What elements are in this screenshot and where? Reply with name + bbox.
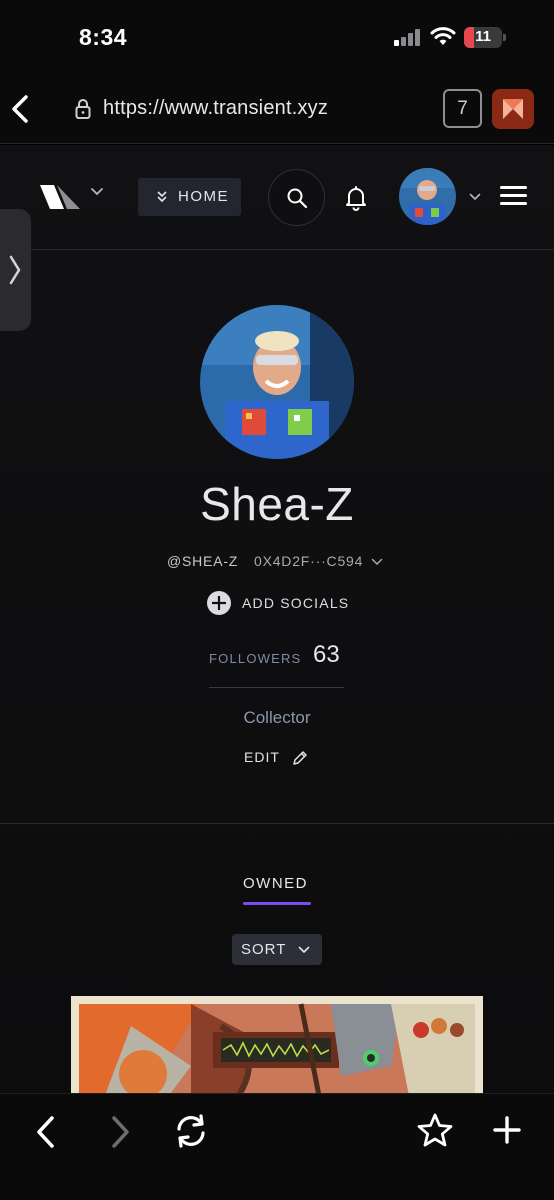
chevron-down-icon[interactable] bbox=[371, 558, 383, 566]
back-icon[interactable] bbox=[34, 1114, 58, 1150]
bookmark-star-icon[interactable] bbox=[416, 1112, 454, 1148]
chevron-down-icon[interactable] bbox=[90, 187, 104, 197]
section-divider bbox=[0, 823, 554, 824]
forward-icon[interactable] bbox=[108, 1114, 132, 1150]
page-content: HOME Shea-Z @SHEA-Z 0X4D2F···C594 ADD SO… bbox=[0, 145, 554, 1093]
url-text[interactable]: https://www.transient.xyz bbox=[103, 97, 328, 120]
home-button[interactable]: HOME bbox=[138, 178, 241, 216]
profile-handle[interactable]: @SHEA-Z bbox=[167, 553, 238, 569]
home-chevrons-icon bbox=[157, 191, 167, 203]
plus-circle-icon bbox=[207, 591, 231, 615]
battery-icon: 11 bbox=[464, 27, 506, 48]
followers-label[interactable]: FOLLOWERS bbox=[209, 651, 301, 666]
extension-logo-icon bbox=[503, 99, 523, 119]
sort-label: SORT bbox=[241, 941, 287, 958]
followers-count[interactable]: 63 bbox=[313, 641, 340, 669]
status-time: 8:34 bbox=[79, 24, 128, 50]
cellular-signal-icon bbox=[394, 28, 424, 46]
divider bbox=[209, 687, 344, 688]
extension-button[interactable] bbox=[492, 89, 534, 129]
profile-name: Shea-Z bbox=[200, 478, 354, 530]
back-icon[interactable] bbox=[8, 92, 34, 126]
search-button[interactable] bbox=[268, 169, 325, 226]
avatar[interactable] bbox=[399, 168, 456, 225]
status-bar: 8:34 11 bbox=[0, 0, 554, 76]
add-socials-label: ADD SOCIALS bbox=[242, 595, 350, 611]
tab-owned[interactable]: OWNED bbox=[243, 875, 308, 892]
chevron-right-icon bbox=[9, 255, 21, 285]
reload-icon[interactable] bbox=[171, 1112, 211, 1150]
tab-count-button[interactable]: 7 bbox=[443, 89, 482, 128]
battery-level: 11 bbox=[475, 28, 491, 45]
side-panel-handle[interactable] bbox=[0, 209, 31, 331]
wifi-icon bbox=[430, 27, 456, 45]
sort-dropdown[interactable]: SORT bbox=[232, 934, 322, 965]
new-tab-plus-icon[interactable] bbox=[493, 1116, 521, 1144]
wallet-address[interactable]: 0X4D2F···C594 bbox=[254, 553, 363, 569]
chevron-down-icon bbox=[298, 946, 310, 954]
active-tab-indicator bbox=[243, 902, 311, 905]
profile-role: Collector bbox=[243, 708, 311, 727]
edit-profile-button[interactable]: EDIT bbox=[244, 749, 280, 765]
browser-toolbar bbox=[0, 1093, 554, 1200]
search-icon bbox=[287, 188, 308, 209]
pencil-icon[interactable] bbox=[291, 749, 309, 767]
nft-artwork-card[interactable] bbox=[71, 996, 483, 1093]
logo-icon[interactable] bbox=[40, 185, 80, 209]
profile-avatar bbox=[200, 305, 354, 459]
browser-url-bar: https://www.transient.xyz 7 bbox=[0, 76, 554, 144]
lock-icon bbox=[75, 99, 91, 119]
menu-icon[interactable] bbox=[500, 186, 527, 206]
chevron-down-icon[interactable] bbox=[469, 193, 481, 201]
bell-icon[interactable] bbox=[345, 185, 367, 211]
site-header: HOME bbox=[0, 145, 554, 250]
home-label: HOME bbox=[178, 188, 229, 205]
